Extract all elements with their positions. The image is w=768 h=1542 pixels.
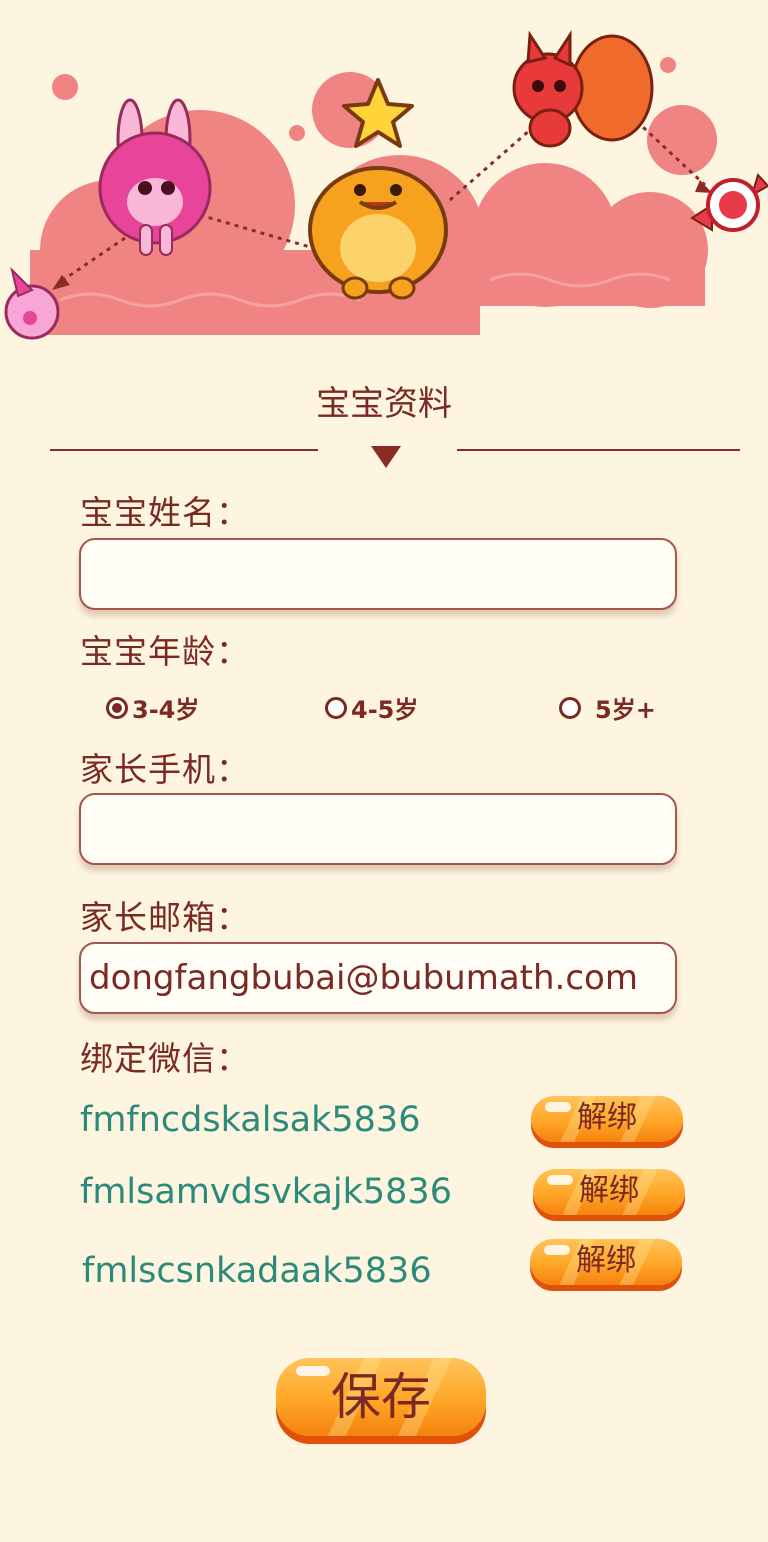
button-shine [296,1366,330,1376]
save-button-label: 保存 [331,1368,431,1426]
email-label: 家长邮箱： [80,898,250,937]
button-shine [545,1102,571,1112]
phone-label: 家长手机： [80,750,250,789]
wechat-id: fmfncdskalsak5836 [80,1100,421,1140]
divider-right [457,449,740,451]
age-option-label: 4-5岁 [351,696,419,724]
unbind-button[interactable]: 解绑 [533,1169,685,1215]
age-option-5-plus[interactable]: 5岁+ [559,690,656,725]
age-option-label: 5岁+ [595,696,656,724]
name-label: 宝宝姓名： [80,493,250,532]
unbind-button-label: 解绑 [576,1243,636,1278]
radio-unselected-icon [325,696,347,719]
triangle-down-icon [371,446,401,468]
section-title: 宝宝资料 [316,384,452,424]
age-option-label: 3-4岁 [132,696,200,724]
unbind-button[interactable]: 解绑 [531,1096,683,1142]
hero-illustration [4,29,768,340]
phone-input[interactable] [79,793,677,865]
wechat-id: fmlsamvdsvkajk5836 [80,1172,452,1212]
unbind-button-label: 解绑 [577,1100,637,1135]
wechat-label: 绑定微信： [80,1039,250,1078]
divider-left [50,449,318,451]
button-shine [547,1175,573,1185]
unbind-button[interactable]: 解绑 [530,1239,682,1285]
email-input[interactable]: dongfangbubai@bubumath.com [79,942,677,1014]
age-option-4-5[interactable]: 4-5岁 [325,690,418,725]
age-option-3-4[interactable]: 3-4岁 [106,690,199,725]
unbind-button-label: 解绑 [579,1173,639,1208]
wechat-id: fmlscsnkadaak5836 [82,1251,432,1291]
button-shine [544,1245,570,1255]
radio-unselected-icon [559,696,581,719]
name-input[interactable] [79,538,677,610]
red-squirrel-icon [512,29,654,148]
age-label: 宝宝年龄： [80,632,250,671]
radio-selected-icon [106,696,128,719]
save-button[interactable]: 保存 [276,1358,486,1436]
